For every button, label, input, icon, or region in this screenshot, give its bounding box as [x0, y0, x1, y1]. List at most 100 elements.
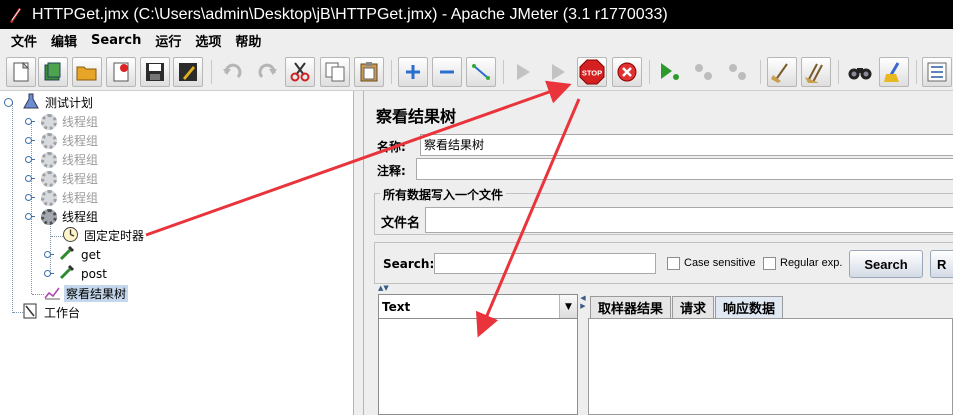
tree-node-thread-group-active[interactable]: 线程组 — [25, 207, 100, 226]
comment-label: 注释: — [377, 164, 406, 178]
open-icon[interactable] — [72, 57, 102, 87]
tab-request[interactable]: 请求 — [672, 296, 715, 318]
pipette-icon — [59, 245, 75, 264]
menu-edit[interactable]: 编辑 — [44, 31, 84, 50]
clear-all-icon[interactable] — [801, 57, 831, 87]
expand-handle-icon[interactable] — [44, 270, 54, 277]
splitter-arrows-icon[interactable]: ▲▼ — [378, 284, 418, 292]
timer-icon — [62, 226, 79, 246]
tree-node-workbench[interactable]: 工作台 — [22, 303, 82, 322]
function-helper-icon[interactable] — [922, 57, 952, 87]
gear-icon — [41, 132, 57, 149]
jmeter-window: HTTPGet.jmx (C:\Users\admin\Desktop\jB\H… — [0, 0, 953, 415]
tree-node-thread-group[interactable]: 线程组 — [25, 169, 100, 188]
panel-title: 察看结果树 — [376, 107, 457, 126]
title-bar: HTTPGet.jmx (C:\Users\admin\Desktop\jB\H… — [0, 0, 953, 29]
tree-label: 线程组 — [62, 134, 99, 148]
tree-node-get-sampler[interactable]: get — [44, 245, 103, 264]
templates-icon[interactable] — [38, 57, 68, 87]
save-as-icon[interactable] — [173, 57, 203, 87]
graph-icon — [44, 285, 61, 303]
menu-search[interactable]: Search — [84, 33, 148, 48]
tree-label: get — [81, 247, 101, 262]
expand-handle-icon[interactable] — [25, 137, 35, 144]
tree-node-thread-group[interactable]: 线程组 — [25, 188, 100, 207]
filename-field[interactable] — [425, 207, 953, 233]
copy-icon[interactable] — [320, 57, 350, 87]
comment-field[interactable] — [416, 158, 953, 180]
expand-handle-icon[interactable] — [25, 194, 35, 201]
name-label: 名称: — [377, 140, 406, 154]
result-splitter[interactable]: ◀ ▶ — [578, 294, 588, 415]
expand-handle-icon[interactable] — [44, 251, 54, 258]
search-button[interactable]: Search — [849, 250, 923, 278]
undo-icon[interactable] — [218, 57, 248, 87]
regex-checkbox[interactable] — [763, 257, 776, 270]
close-icon[interactable] — [106, 57, 136, 87]
tab-sampler-result[interactable]: 取样器结果 — [590, 296, 672, 318]
result-list-panel[interactable]: Text ▼ — [378, 294, 578, 415]
tree-label: 线程组 — [62, 191, 99, 205]
gear-icon — [41, 113, 57, 130]
reset-search-icon[interactable] — [879, 57, 909, 87]
renderer-select[interactable]: Text ▼ — [379, 295, 577, 319]
collapse-handle-icon[interactable] — [25, 213, 35, 220]
tree-label: 线程组 — [62, 153, 99, 167]
gear-icon — [41, 151, 57, 168]
tree-node-view-results-tree[interactable]: 察看结果树 — [44, 284, 129, 303]
tree-label: post — [81, 266, 107, 281]
tree-node-test-plan[interactable]: 测试计划 — [4, 93, 95, 112]
cut-icon[interactable] — [285, 57, 315, 87]
stop-label: STOP — [582, 69, 602, 78]
shutdown-icon[interactable] — [612, 57, 642, 87]
tree-label: 线程组 — [62, 115, 99, 129]
menu-help[interactable]: 帮助 — [228, 31, 268, 50]
test-plan-tree[interactable]: 测试计划 线程组 线程组 线程组 线程组 线程组 线程组 固定定时器 get p… — [0, 91, 354, 415]
tree-node-thread-group[interactable]: 线程组 — [25, 150, 100, 169]
remote-shutdown-icon[interactable] — [723, 57, 753, 87]
tree-node-constant-timer[interactable]: 固定定时器 — [62, 226, 146, 245]
tree-label: 察看结果树 — [64, 285, 129, 302]
case-sensitive-checkbox[interactable] — [667, 257, 680, 270]
tab-content-area[interactable] — [588, 318, 953, 415]
toggle-icon[interactable] — [466, 57, 496, 87]
main-splitter[interactable] — [354, 91, 364, 415]
reset-button[interactable]: R — [930, 250, 953, 278]
redo-icon[interactable] — [252, 57, 282, 87]
expand-handle-icon[interactable] — [25, 118, 35, 125]
workbench-icon — [22, 303, 38, 322]
name-field[interactable]: 察看结果树 — [420, 134, 953, 156]
collapse-handle-icon[interactable] — [4, 98, 13, 107]
tree-label: 固定定时器 — [84, 229, 145, 243]
new-icon[interactable] — [6, 57, 36, 87]
menu-file[interactable]: 文件 — [4, 31, 44, 50]
menu-run[interactable]: 运行 — [148, 31, 188, 50]
tree-label: 线程组 — [62, 172, 99, 186]
tree-node-thread-group[interactable]: 线程组 — [25, 112, 100, 131]
chevron-down-icon[interactable]: ▼ — [559, 295, 577, 318]
remote-stop-icon[interactable] — [689, 57, 719, 87]
paste-icon[interactable] — [354, 57, 384, 87]
tree-label: 线程组 — [62, 210, 99, 224]
collapse-icon[interactable] — [432, 57, 462, 87]
clear-icon[interactable] — [767, 57, 797, 87]
view-results-tree-panel: 察看结果树 名称: 察看结果树 注释: 所有数据写入一个文件 文件名 Searc… — [364, 91, 953, 415]
search-icon[interactable] — [845, 57, 875, 87]
expand-handle-icon[interactable] — [25, 175, 35, 182]
search-input[interactable] — [434, 253, 656, 274]
start-no-pause-icon[interactable] — [543, 57, 573, 87]
expand-icon[interactable] — [398, 57, 428, 87]
window-title: HTTPGet.jmx (C:\Users\admin\Desktop\jB\H… — [32, 5, 668, 23]
tree-node-post-sampler[interactable]: post — [44, 264, 109, 283]
tab-response-data[interactable]: 响应数据 — [715, 296, 784, 318]
stop-icon[interactable]: STOP — [577, 57, 607, 87]
remote-start-icon[interactable] — [655, 57, 685, 87]
save-icon[interactable] — [140, 57, 170, 87]
tree-label: 测试计划 — [45, 96, 94, 110]
toolbar: STOP — [0, 52, 953, 91]
tree-node-thread-group[interactable]: 线程组 — [25, 131, 100, 150]
flask-icon — [23, 93, 39, 112]
expand-handle-icon[interactable] — [25, 156, 35, 163]
start-icon[interactable] — [508, 57, 538, 87]
menu-options[interactable]: 选项 — [188, 31, 228, 50]
